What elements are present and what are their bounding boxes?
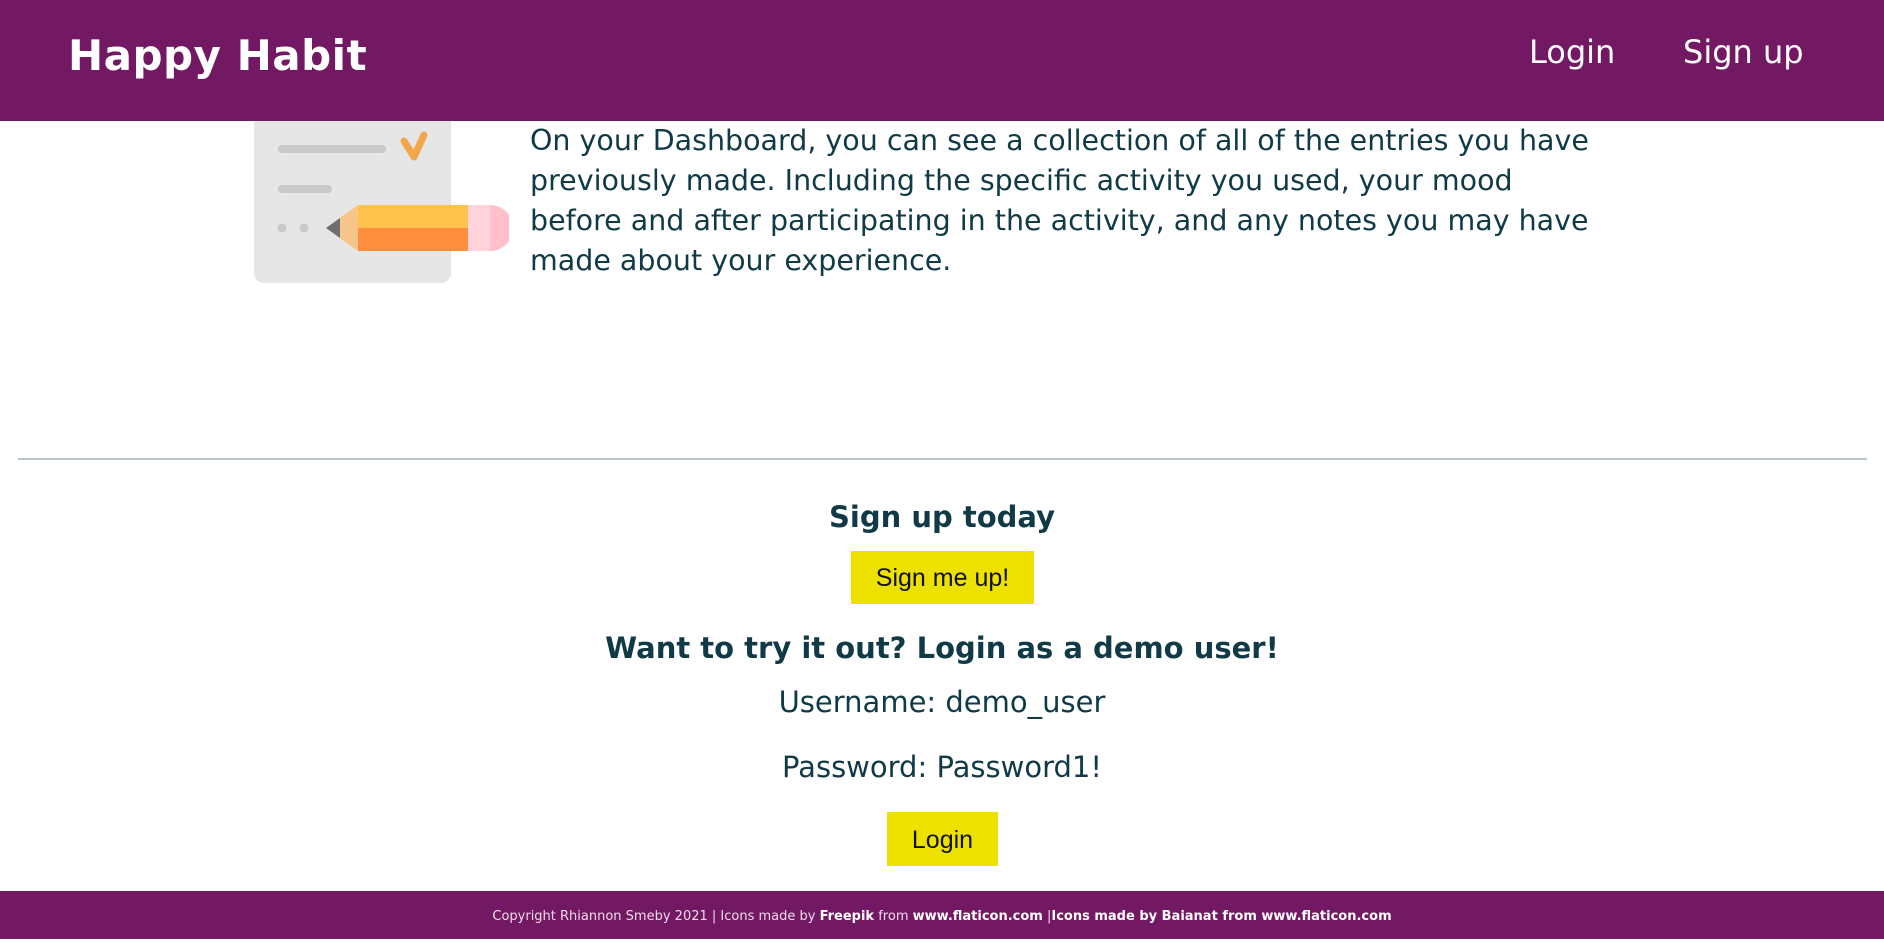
footer-freepik-link[interactable]: Freepik — [820, 909, 875, 924]
nav-signup-link[interactable]: Sign up — [1683, 33, 1804, 71]
footer-baianat-credit[interactable]: Icons made by Baianat from www.flaticon.… — [1051, 909, 1391, 924]
brand-logo-text[interactable]: Happy Habit — [68, 31, 367, 80]
nav-login-link[interactable]: Login — [1529, 33, 1615, 71]
footer: Copyright Rhiannon Smeby 2021 | Icons ma… — [0, 891, 1884, 939]
demo-username-text: Username: demo_user — [778, 685, 1106, 719]
navbar: Happy Habit Login Sign up — [0, 0, 1884, 121]
dashboard-feature-section: On your Dashboard, you can see a collect… — [0, 111, 1884, 461]
clipboard-pencil-icon — [254, 111, 513, 283]
footer-flaticon-link[interactable]: www.flaticon.com — [913, 909, 1043, 924]
sign-me-up-button[interactable]: Sign me up! — [851, 551, 1034, 604]
dashboard-description: On your Dashboard, you can see a collect… — [530, 124, 1589, 277]
demo-login-button[interactable]: Login — [887, 812, 998, 866]
signup-heading: Sign up today — [829, 500, 1055, 534]
section-divider — [18, 458, 1867, 460]
demo-password-text: Password: Password1! — [782, 750, 1102, 784]
demo-heading: Want to try it out? Login as a demo user… — [605, 631, 1279, 665]
footer-from-text: from — [874, 909, 913, 924]
footer-copyright: Copyright Rhiannon Smeby 2021 | Icons ma… — [492, 909, 820, 924]
